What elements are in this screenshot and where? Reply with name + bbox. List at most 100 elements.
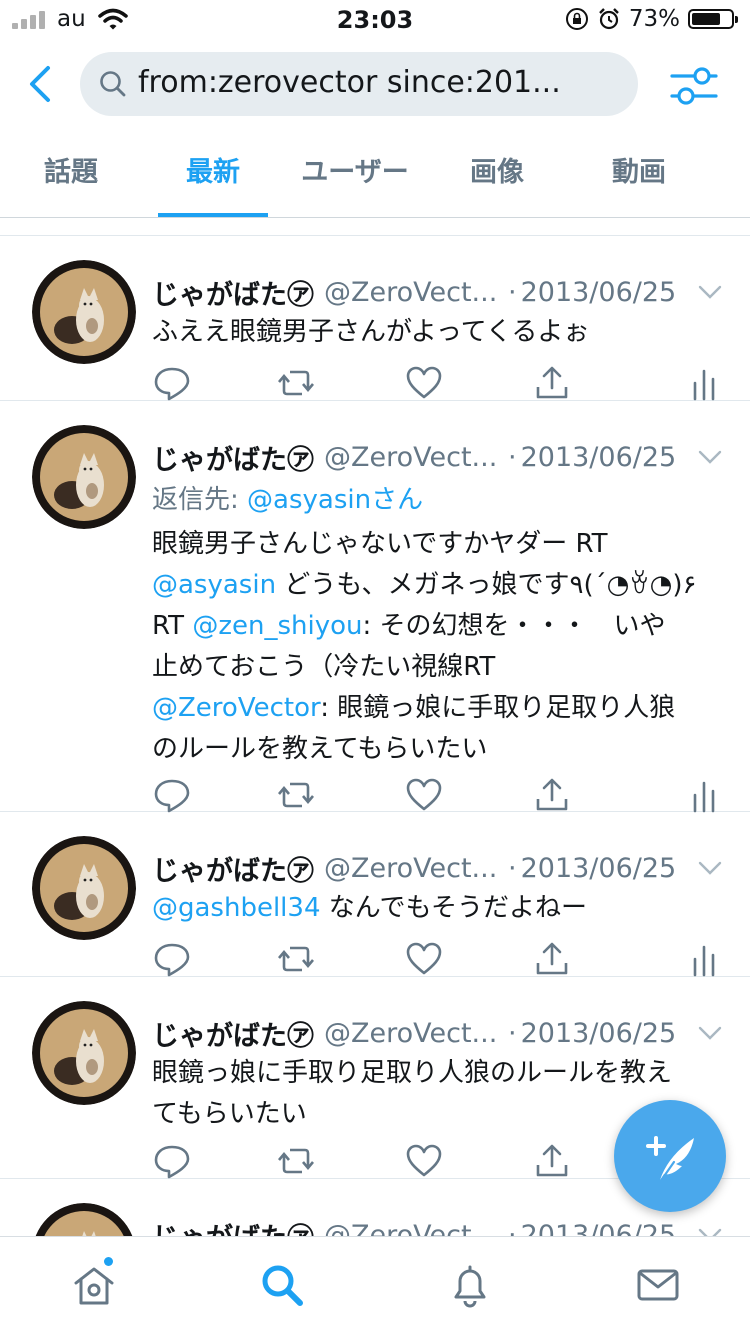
orientation-lock-icon bbox=[565, 8, 588, 30]
text-line: 止めておこう（冷たい視線RT bbox=[152, 652, 496, 682]
tab-latest[interactable]: 最新 bbox=[142, 135, 284, 217]
tweet[interactable]: じゃがばた㋐ @ZeroVect... · 2013/06/25 ふええ眼鏡男子… bbox=[0, 236, 750, 401]
tweet-actions bbox=[152, 775, 732, 815]
text-line: 眼鏡っ娘に手取り足取り人狼のルールを教え bbox=[152, 1058, 673, 1088]
chevron-down-icon[interactable] bbox=[696, 283, 724, 303]
text-span: : その幻想を・・・ いや bbox=[362, 611, 666, 641]
retweet-icon[interactable] bbox=[276, 775, 316, 815]
tab-images[interactable]: 画像 bbox=[426, 135, 568, 217]
text-line: 眼鏡男子さんじゃないですかヤダー RT bbox=[152, 529, 608, 559]
text-line: のルールを教えてもらいたい bbox=[152, 734, 488, 764]
search-input[interactable]: from:zerovector since:201... bbox=[80, 52, 638, 116]
avatar[interactable] bbox=[32, 1203, 136, 1236]
text-span: : 眼鏡っ娘に手取り足取り人狼 bbox=[320, 693, 676, 723]
tweet-author-handle[interactable]: @ZeroVect... bbox=[324, 277, 504, 308]
filter-sliders-icon[interactable] bbox=[668, 62, 720, 110]
tab-videos[interactable]: 動画 bbox=[568, 135, 710, 217]
tweet-date[interactable]: 2013/06/25 bbox=[521, 442, 677, 473]
search-tabs: 話題 最新 ユーザー 画像 動画 bbox=[0, 135, 750, 218]
separator-dot: · bbox=[508, 1017, 517, 1049]
tweet-date[interactable]: 2013/06/25 bbox=[521, 277, 677, 308]
tweet-timeline[interactable]: じゃがばた㋐ @ZeroVect... · 2013/06/25 ふええ眼鏡男子… bbox=[0, 218, 750, 1236]
search-icon[interactable] bbox=[258, 1261, 306, 1309]
notification-dot bbox=[104, 1257, 113, 1266]
retweet-icon[interactable] bbox=[276, 1141, 316, 1181]
tweet[interactable]: じゃがばた㋐ @ZeroVect... · 2013/06/25 @gashbe… bbox=[0, 812, 750, 977]
chevron-down-icon[interactable] bbox=[696, 859, 724, 879]
search-query[interactable]: from:zerovector since:201... bbox=[138, 65, 618, 100]
notifications-icon[interactable] bbox=[446, 1261, 494, 1309]
analytics-icon[interactable] bbox=[684, 363, 724, 403]
compose-feather-icon bbox=[646, 1136, 694, 1184]
tweet-author-name[interactable]: じゃがばた㋐ bbox=[152, 1014, 314, 1053]
like-icon[interactable] bbox=[404, 1141, 444, 1181]
text-line: @asyasin どうも、メガネっ娘です٩(´◔ꈊ◔)۶ bbox=[152, 565, 722, 606]
tweet-date[interactable]: 2013/06/25 bbox=[521, 1018, 677, 1049]
retweet-icon[interactable] bbox=[276, 363, 316, 403]
text-span: RT bbox=[152, 611, 193, 641]
analytics-icon[interactable] bbox=[684, 939, 724, 979]
tweet-date[interactable]: 2013/06/25 bbox=[521, 853, 677, 884]
separator-dot: · bbox=[508, 1219, 517, 1237]
text-span: どうも、メガネっ娘です٩(´◔ꈊ◔)۶ bbox=[276, 570, 697, 600]
separator-dot: · bbox=[508, 852, 517, 884]
mention-link[interactable]: @asyasin bbox=[152, 570, 276, 600]
avatar[interactable] bbox=[32, 1001, 136, 1105]
tweet-author-name[interactable]: じゃがばた㋐ bbox=[152, 273, 314, 312]
status-bar: au 23:03 73% bbox=[0, 0, 750, 40]
like-icon[interactable] bbox=[404, 939, 444, 979]
tweet-author-handle[interactable]: @ZeroVect... bbox=[324, 1220, 504, 1237]
share-icon[interactable] bbox=[532, 1141, 572, 1181]
search-icon bbox=[100, 71, 126, 97]
text-line: @ZeroVector: 眼鏡っ娘に手取り足取り人狼 bbox=[152, 688, 722, 729]
tweet-text: ふええ眼鏡男子さんがよってくるよぉ bbox=[152, 317, 590, 347]
tweet-text: 眼鏡男子さんじゃないですかヤダー RT @asyasin どうも、メガネっ娘です… bbox=[152, 524, 722, 770]
analytics-icon[interactable] bbox=[684, 775, 724, 815]
avatar[interactable] bbox=[32, 425, 136, 529]
tweet-date[interactable]: 2013/06/25 bbox=[521, 1220, 677, 1237]
compose-tweet-button[interactable] bbox=[614, 1100, 726, 1212]
tweet-author-handle[interactable]: @ZeroVect... bbox=[324, 853, 504, 884]
chevron-down-icon[interactable] bbox=[696, 1024, 724, 1044]
messages-icon[interactable] bbox=[634, 1261, 682, 1309]
avatar[interactable] bbox=[32, 836, 136, 940]
bottom-navigation bbox=[0, 1236, 750, 1335]
retweet-icon[interactable] bbox=[276, 939, 316, 979]
share-icon[interactable] bbox=[532, 939, 572, 979]
chevron-down-icon[interactable] bbox=[696, 448, 724, 468]
reply-icon[interactable] bbox=[152, 1141, 192, 1181]
back-chevron-icon[interactable] bbox=[20, 62, 60, 106]
mention-link[interactable]: @gashbell34 bbox=[152, 893, 321, 923]
reply-icon[interactable] bbox=[152, 363, 192, 403]
tweet-author-name[interactable]: じゃがばた㋐ bbox=[152, 1216, 314, 1237]
chevron-down-icon[interactable] bbox=[696, 1226, 724, 1236]
tweet-author-name[interactable]: じゃがばた㋐ bbox=[152, 438, 314, 477]
reply-context: 返信先: @asyasinさん bbox=[152, 479, 423, 516]
home-icon[interactable] bbox=[70, 1261, 118, 1309]
separator-dot: · bbox=[508, 276, 517, 308]
reply-prefix: 返信先: bbox=[152, 485, 248, 515]
text-line: RT @zen_shiyou: その幻想を・・・ いや bbox=[152, 606, 722, 647]
share-icon[interactable] bbox=[532, 775, 572, 815]
alarm-icon bbox=[599, 8, 619, 30]
tweet-author-handle[interactable]: @ZeroVect... bbox=[324, 1018, 504, 1049]
tab-top[interactable]: 話題 bbox=[0, 135, 142, 217]
reply-to-mention[interactable]: @asyasinさん bbox=[247, 485, 423, 515]
avatar[interactable] bbox=[32, 260, 136, 364]
like-icon[interactable] bbox=[404, 775, 444, 815]
tweet-author-name[interactable]: じゃがばた㋐ bbox=[152, 849, 314, 888]
tweet-text: @gashbell34 なんでもそうだよねー bbox=[152, 888, 722, 929]
battery-icon bbox=[688, 9, 738, 29]
like-icon[interactable] bbox=[404, 363, 444, 403]
separator-dot: · bbox=[508, 441, 517, 473]
reply-icon[interactable] bbox=[152, 939, 192, 979]
tab-users[interactable]: ユーザー bbox=[284, 135, 426, 217]
search-header: from:zerovector since:201... bbox=[0, 44, 750, 128]
mention-link[interactable]: @ZeroVector bbox=[152, 693, 320, 723]
tweet-author-handle[interactable]: @ZeroVect... bbox=[324, 442, 504, 473]
reply-icon[interactable] bbox=[152, 775, 192, 815]
share-icon[interactable] bbox=[532, 363, 572, 403]
tweet[interactable]: じゃがばた㋐ @ZeroVect... · 2013/06/25 返信先: @a… bbox=[0, 401, 750, 815]
tweet-actions bbox=[152, 939, 732, 979]
mention-link[interactable]: @zen_shiyou bbox=[192, 611, 362, 641]
